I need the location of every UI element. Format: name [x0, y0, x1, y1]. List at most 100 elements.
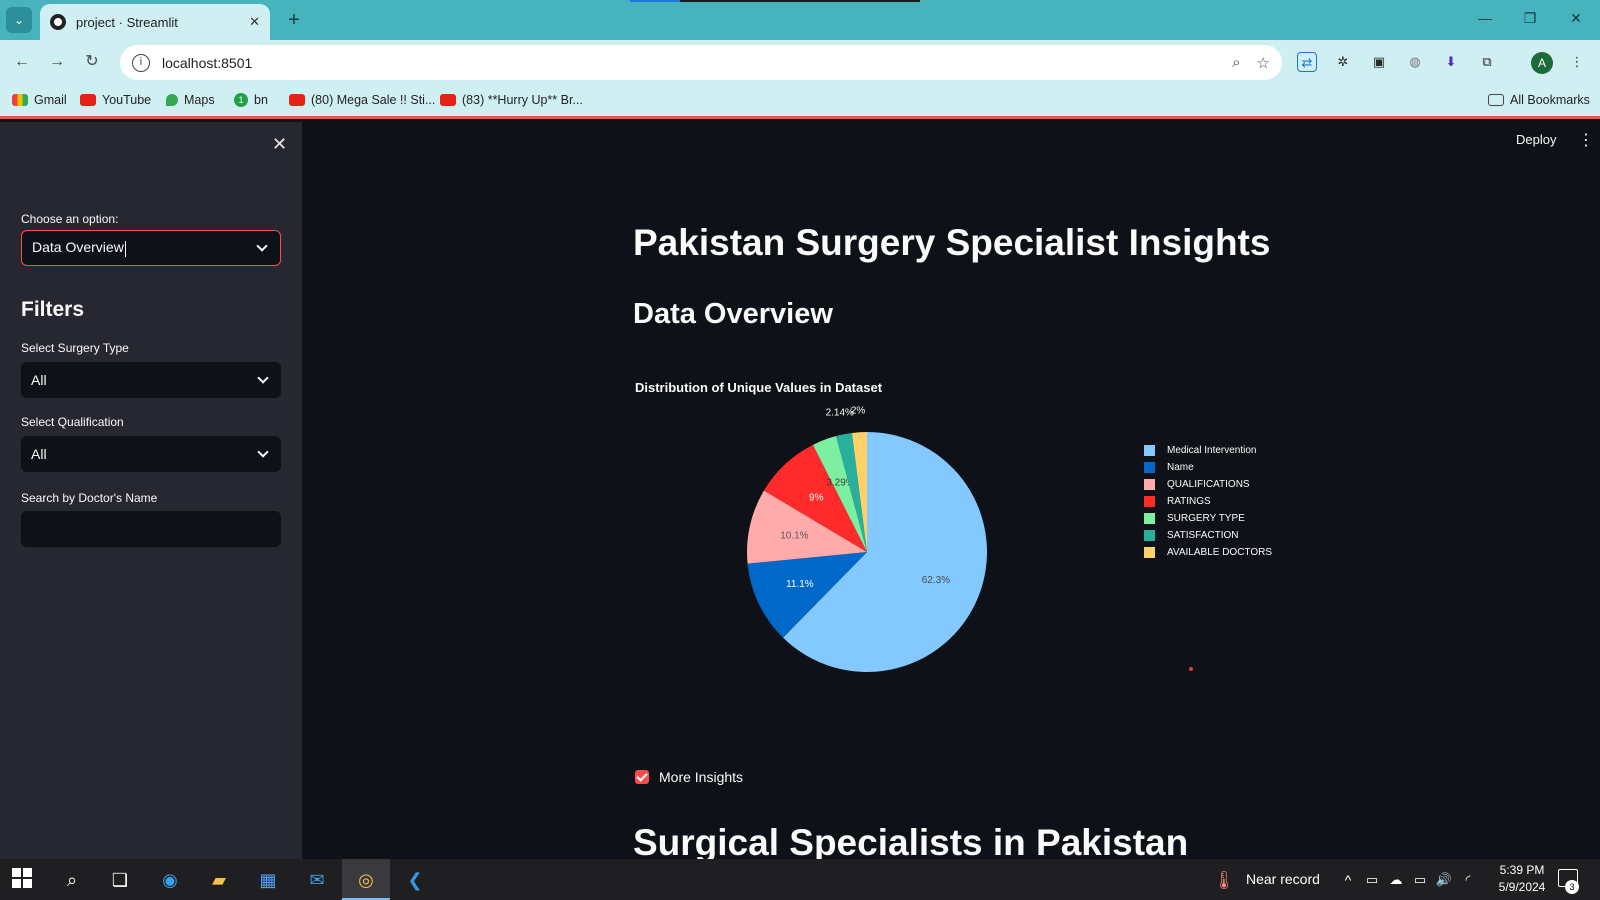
- chevron-down-icon[interactable]: [257, 372, 269, 384]
- site-info-icon[interactable]: i: [132, 53, 150, 72]
- onedrive-icon[interactable]: ☁: [1384, 868, 1408, 892]
- legend-item-available-doctors[interactable]: AVAILABLE DOCTORS: [1144, 544, 1272, 561]
- mail-icon[interactable]: ✉: [305, 868, 329, 892]
- bookmark-maps[interactable]: Maps: [166, 93, 215, 107]
- checkbox-checked-icon[interactable]: [635, 770, 649, 784]
- pie-label-ratings: 9%: [809, 493, 824, 504]
- maps-icon: [166, 94, 178, 106]
- qualification-value: All: [31, 446, 47, 462]
- tab-strip-indicator: [630, 0, 920, 2]
- chevron-down-icon[interactable]: [257, 446, 269, 458]
- address-bar[interactable]: i localhost:8501 ⌕ ☆: [120, 45, 1282, 80]
- windows-taskbar: ⌕ ❏ ◉ ▰ ▦ ✉ ◎ ❮ 🌡 Near record ^ ▭ ☁ ▭ 🔊 …: [0, 859, 1600, 900]
- legend-label: Medical Intervention: [1167, 445, 1257, 456]
- choose-option-select[interactable]: Data Overview: [21, 230, 281, 266]
- app-menu-icon[interactable]: ⋮: [1578, 130, 1594, 150]
- reload-button[interactable]: ↻: [80, 50, 104, 74]
- chart-legend: Medical Intervention Name QUALIFICATIONS RA…: [1144, 442, 1272, 561]
- download-extension-icon[interactable]: ⬇: [1441, 52, 1461, 72]
- bookmarks-bar: Gmail YouTube Maps 1 bn (80) Mega Sale !!…: [0, 85, 1600, 119]
- zoom-icon[interactable]: ⌕: [1232, 54, 1240, 71]
- legend-label: RATINGS: [1167, 496, 1211, 507]
- volume-icon[interactable]: 🔊: [1432, 868, 1456, 892]
- bookmark-bn[interactable]: 1 bn: [234, 93, 268, 107]
- chevron-down-icon[interactable]: [256, 240, 268, 252]
- notification-count-badge: 3: [1565, 880, 1579, 894]
- legend-item-surgery-type[interactable]: SURGERY TYPE: [1144, 510, 1272, 527]
- more-insights-checkbox[interactable]: More Insights: [635, 769, 743, 785]
- restore-button[interactable]: ❐: [1520, 10, 1540, 27]
- tab-title: project · Streamlit: [76, 14, 178, 30]
- legend-swatch: [1144, 496, 1155, 507]
- clock-time: 5:39 PM: [1499, 863, 1545, 877]
- legend-item-satisfaction[interactable]: SATISFACTION: [1144, 527, 1272, 544]
- weather-text[interactable]: Near record: [1246, 871, 1320, 887]
- deploy-button[interactable]: Deploy: [1516, 132, 1556, 147]
- wifi-icon[interactable]: ◜: [1456, 868, 1480, 892]
- bookmark-youtube[interactable]: YouTube: [80, 93, 151, 107]
- sidebar: ✕ Choose an option: Data Overview Filter…: [0, 122, 302, 859]
- all-bookmarks-button[interactable]: All Bookmarks: [1488, 93, 1590, 107]
- battery-icon[interactable]: ▭: [1408, 868, 1432, 892]
- profile-avatar[interactable]: A: [1531, 52, 1553, 74]
- qualification-select[interactable]: All: [21, 436, 281, 472]
- extensions-puzzle-icon[interactable]: ⧉: [1477, 52, 1497, 72]
- cursor-dot: [1189, 667, 1193, 671]
- minimize-button[interactable]: —: [1475, 10, 1495, 26]
- url-text[interactable]: localhost:8501: [162, 55, 1216, 71]
- back-button[interactable]: ←: [10, 50, 34, 74]
- new-tab-button[interactable]: +: [282, 8, 306, 32]
- choose-option-value: Data Overview: [32, 239, 124, 256]
- meet-now-icon[interactable]: ▭: [1360, 868, 1384, 892]
- chrome-icon[interactable]: ◎: [354, 868, 378, 892]
- text-caret: [124, 240, 126, 257]
- tab-search-button[interactable]: ⌄: [6, 7, 32, 33]
- translate-extension-icon[interactable]: ⇄: [1297, 52, 1317, 72]
- close-window-button[interactable]: ✕: [1566, 10, 1586, 27]
- surgery-type-select[interactable]: All: [21, 362, 281, 398]
- extension-gear-icon[interactable]: ✲: [1333, 52, 1353, 72]
- file-explorer-icon[interactable]: ▰: [207, 868, 231, 892]
- store-icon[interactable]: ▦: [256, 868, 280, 892]
- gmail-icon: [12, 94, 28, 106]
- forward-button[interactable]: →: [45, 50, 69, 74]
- browser-toolbar: ← → ↻ i localhost:8501 ⌕ ☆: [0, 40, 1600, 85]
- legend-item-qualifications[interactable]: QUALIFICATIONS: [1144, 476, 1272, 493]
- tab-close-icon[interactable]: ✕: [249, 14, 260, 30]
- legend-item-ratings[interactable]: RATINGS: [1144, 493, 1272, 510]
- page-title: Pakistan Surgery Specialist Insights: [633, 222, 1271, 263]
- vscode-icon[interactable]: ❮: [403, 868, 427, 892]
- filters-heading: Filters: [21, 298, 85, 321]
- bookmark-gmail[interactable]: Gmail: [12, 93, 67, 107]
- legend-item-name[interactable]: Name: [1144, 459, 1272, 476]
- legend-label: QUALIFICATIONS: [1167, 479, 1250, 490]
- specialists-heading: Surgical Specialists in Pakistan: [633, 822, 1189, 859]
- search-doctor-label: Search by Doctor's Name: [21, 491, 158, 505]
- legend-swatch: [1144, 445, 1155, 456]
- legend-label: Name: [1167, 462, 1194, 473]
- clock[interactable]: 5:39 PM 5/9/2024: [1494, 862, 1550, 896]
- bookmark-star-icon[interactable]: ☆: [1257, 54, 1270, 72]
- legend-swatch: [1144, 513, 1155, 524]
- legend-swatch: [1144, 479, 1155, 490]
- thermometer-icon[interactable]: 🌡: [1212, 868, 1236, 892]
- bookmark-mega-sale[interactable]: (80) Mega Sale !! Sti...: [289, 93, 435, 107]
- bookmark-hurry-up[interactable]: (83) **Hurry Up** Br...: [440, 93, 583, 107]
- task-view-icon[interactable]: ❏: [108, 868, 132, 892]
- legend-swatch: [1144, 547, 1155, 558]
- choose-option-label: Choose an option:: [21, 212, 119, 226]
- youtube-icon: [80, 94, 96, 106]
- search-icon[interactable]: ⌕: [60, 868, 84, 892]
- image-extension-icon[interactable]: ▣: [1369, 52, 1389, 72]
- edge-icon[interactable]: ◉: [158, 868, 182, 892]
- start-button[interactable]: [12, 868, 36, 892]
- search-doctor-input[interactable]: [21, 511, 281, 547]
- globe-extension-icon[interactable]: ◍: [1405, 52, 1425, 72]
- legend-label: AVAILABLE DOCTORS: [1167, 547, 1273, 558]
- chevron-up-icon[interactable]: ^: [1336, 868, 1360, 892]
- browser-tab[interactable]: project · Streamlit ✕: [40, 4, 270, 40]
- legend-swatch: [1144, 530, 1155, 541]
- browser-menu-icon[interactable]: ⋮: [1567, 52, 1587, 72]
- legend-item-medical-intervention[interactable]: Medical Intervention: [1144, 442, 1272, 459]
- sidebar-close-icon[interactable]: ✕: [272, 134, 287, 155]
